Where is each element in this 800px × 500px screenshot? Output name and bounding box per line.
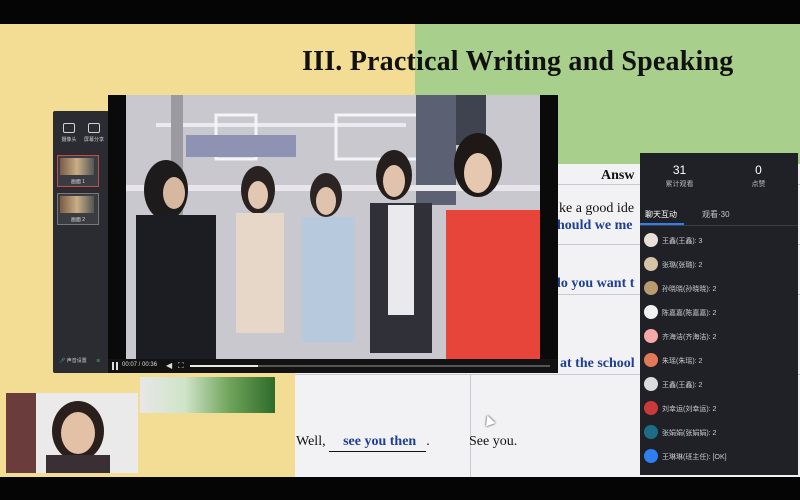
- camera-icon: [63, 123, 75, 133]
- table-line: [470, 374, 471, 477]
- audio-settings-label: 声音设置: [66, 358, 87, 364]
- presenter-image: [6, 393, 138, 473]
- video-progress-fill: [190, 365, 259, 367]
- video-player[interactable]: 00:07 / 00:36 ◀︎ ⛶: [108, 95, 558, 373]
- answer-2: lo you want t: [557, 276, 635, 291]
- audio-settings-button[interactable]: 🎤︎ 声音设置 ≋: [59, 357, 100, 364]
- volume-icon[interactable]: ◀︎: [166, 361, 172, 370]
- panel-tabs: 聊天互动 观看·30: [640, 205, 798, 226]
- scene-2-thumbnail[interactable]: 画面 2: [57, 193, 99, 225]
- chat-message-text: 王鑫(王鑫): 3: [662, 238, 703, 245]
- screen-share-button[interactable]: 屏幕分享: [82, 123, 106, 143]
- user-avatar: [644, 377, 658, 391]
- chat-message: 刘幸运(刘幸运): 2: [642, 397, 792, 421]
- user-avatar: [644, 449, 658, 463]
- slide-line-1: ke a good ide: [559, 201, 635, 216]
- table-header-answer: Answ: [601, 168, 635, 183]
- scene-2-label: 画面 2: [70, 217, 86, 223]
- chat-message: 王鑫(王鑫): 3: [642, 229, 792, 253]
- chat-message-text: 朱瑶(朱瑶): 2: [662, 358, 703, 365]
- fullscreen-icon[interactable]: ⛶: [178, 361, 184, 371]
- chat-message: 齐海洁(齐海洁): 2: [642, 325, 792, 349]
- live-interaction-panel: 31 累计观看 0 点赞 聊天互动 观看·30 王鑫(王鑫): 3 张璐(张璐):…: [640, 153, 798, 475]
- pause-button[interactable]: [112, 362, 118, 370]
- user-avatar: [644, 281, 658, 295]
- chat-message: 王鑫(王鑫): 2: [642, 373, 792, 397]
- camera-button[interactable]: 摄像头: [57, 123, 81, 143]
- video-frame: [126, 95, 540, 360]
- scene-2-preview: [60, 196, 94, 213]
- wifi-icon: ≋: [96, 358, 101, 364]
- user-avatar: [644, 233, 658, 247]
- user-avatar: [644, 425, 658, 439]
- answer-3: at the school: [560, 356, 635, 371]
- decorative-plant-image: [140, 377, 275, 413]
- chat-message: 孙晓晓(孙晓晓): 2: [642, 277, 792, 301]
- chat-message-text: 孙晓晓(孙晓晓): 2: [662, 286, 717, 293]
- webcam-feed: [6, 393, 138, 473]
- chat-message-text: 刘幸运(刘幸运): 2: [662, 406, 717, 413]
- video-scene-image: [126, 95, 540, 360]
- user-avatar: [644, 329, 658, 343]
- chat-message-text: 张娟娟(张娟娟): 2: [662, 430, 717, 437]
- user-avatar: [644, 305, 658, 319]
- bottom-sentence: Well, see you then.: [296, 434, 430, 452]
- scene-1-thumbnail[interactable]: 画面 1: [57, 155, 99, 187]
- scene-1-label: 画面 1: [70, 179, 86, 185]
- chat-message: 朱瑶(朱瑶): 2: [642, 349, 792, 373]
- screen-share-icon: [88, 123, 100, 133]
- scene-1-preview: [60, 158, 94, 175]
- video-progress-bar[interactable]: [190, 365, 550, 367]
- chat-message: 陈嘉嘉(陈嘉嘉): 2: [642, 301, 792, 325]
- microphone-icon: 🎤︎: [59, 358, 66, 364]
- user-avatar: [644, 257, 658, 271]
- active-tab-indicator: [640, 223, 684, 225]
- user-avatar: [644, 353, 658, 367]
- bottom-prefix: Well,: [296, 434, 326, 449]
- video-controls: 00:07 / 00:36 ◀︎ ⛶: [108, 359, 558, 373]
- chat-message-text: 陈嘉嘉(陈嘉嘉): 2: [662, 310, 717, 317]
- bottom-answer: see you then: [329, 434, 427, 452]
- likes-label: 点赞: [751, 181, 766, 188]
- chat-message-text: 张璐(张璐): 2: [662, 262, 703, 269]
- chat-message-text: 王鑫(王鑫): 2: [662, 382, 703, 389]
- slide-title: III. Practical Writing and Speaking: [302, 46, 734, 77]
- screen-share-label: 屏幕分享: [83, 137, 104, 143]
- user-avatar: [644, 401, 658, 415]
- chat-message: 王琳琳(班主任): [OK]: [642, 445, 792, 469]
- answer-1: hould we me: [557, 218, 633, 233]
- chat-message-text: 齐海洁(齐海洁): 2: [662, 334, 717, 341]
- viewers-count: 31: [672, 163, 687, 177]
- bottom-reply: See you.: [469, 434, 518, 449]
- likes-stat: 0 点赞: [719, 163, 798, 189]
- viewers-label: 累计观看: [665, 181, 694, 188]
- streaming-toolbar: 摄像头 屏幕分享 画面 1 画面 2 🎤︎ 声音设置 ≋: [53, 111, 109, 373]
- chat-message-text: 王琳琳(班主任): [OK]: [662, 454, 727, 461]
- tab-viewers[interactable]: 观看·30: [702, 209, 730, 220]
- likes-count: 0: [755, 163, 762, 177]
- viewers-stat: 31 累计观看: [640, 163, 719, 189]
- camera-label: 摄像头: [61, 137, 77, 143]
- tab-chat[interactable]: 聊天互动: [645, 209, 677, 220]
- video-time: 00:07 / 00:36: [122, 362, 158, 368]
- bottom-period: .: [426, 434, 430, 449]
- chat-message: 张璐(张璐): 2: [642, 253, 792, 277]
- chat-message: 张娟娟(张娟娟): 2: [642, 421, 792, 445]
